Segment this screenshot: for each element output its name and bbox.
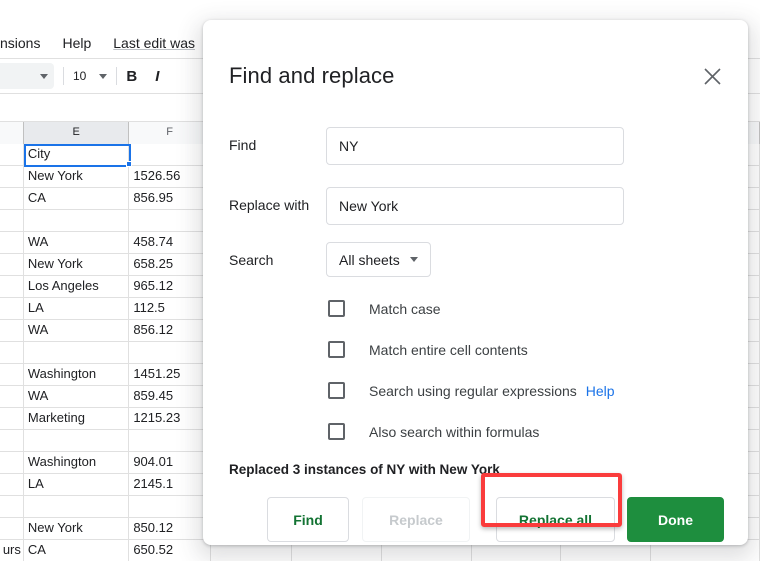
replace-all-button[interactable]: Replace all	[496, 497, 615, 542]
replace-button: Replace	[362, 497, 470, 542]
option-row-3[interactable]: Also search within formulas	[229, 411, 724, 452]
find-input[interactable]	[326, 127, 624, 165]
find-label: Find	[229, 137, 256, 153]
option-row-2[interactable]: Search using regular expressions Help	[229, 370, 724, 411]
dialog-action-buttons: Find Replace Replace all Done	[203, 497, 748, 543]
option-label-2: Search using regular expressions	[369, 383, 577, 399]
find-button[interactable]: Find	[267, 497, 349, 542]
regex-help-link[interactable]: Help	[586, 383, 615, 399]
option-label-1: Match entire cell contents	[369, 342, 528, 358]
screen: nsions Help Last edit was 10 B I EF C	[0, 0, 760, 561]
search-scope-value: All sheets	[339, 252, 400, 268]
search-scope-dropdown[interactable]: All sheets	[326, 242, 431, 277]
option-checkbox-list: Match case Match entire cell contents Sear…	[229, 288, 724, 452]
replace-with-label: Replace with	[229, 197, 309, 213]
search-scope-row: Search All sheets	[229, 242, 724, 280]
checkbox-1[interactable]	[328, 341, 345, 358]
find-field-row: Find	[229, 127, 724, 165]
status-message: Replaced 3 instances of NY with New York	[229, 462, 500, 477]
option-label-0: Match case	[369, 301, 441, 317]
dialog-title: Find and replace	[229, 63, 394, 89]
option-row-0[interactable]: Match case	[229, 288, 724, 329]
close-icon[interactable]	[696, 60, 728, 92]
checkbox-2[interactable]	[328, 382, 345, 399]
search-label: Search	[229, 252, 273, 268]
chevron-down-icon	[410, 257, 418, 262]
checkbox-3[interactable]	[328, 423, 345, 440]
replace-with-input[interactable]	[326, 187, 624, 225]
done-button[interactable]: Done	[627, 497, 724, 542]
replace-field-row: Replace with	[229, 187, 724, 225]
option-row-1[interactable]: Match entire cell contents	[229, 329, 724, 370]
checkbox-0[interactable]	[328, 300, 345, 317]
option-label-3: Also search within formulas	[369, 424, 539, 440]
find-and-replace-dialog: Find and replace Find Replace with Searc…	[203, 20, 748, 545]
